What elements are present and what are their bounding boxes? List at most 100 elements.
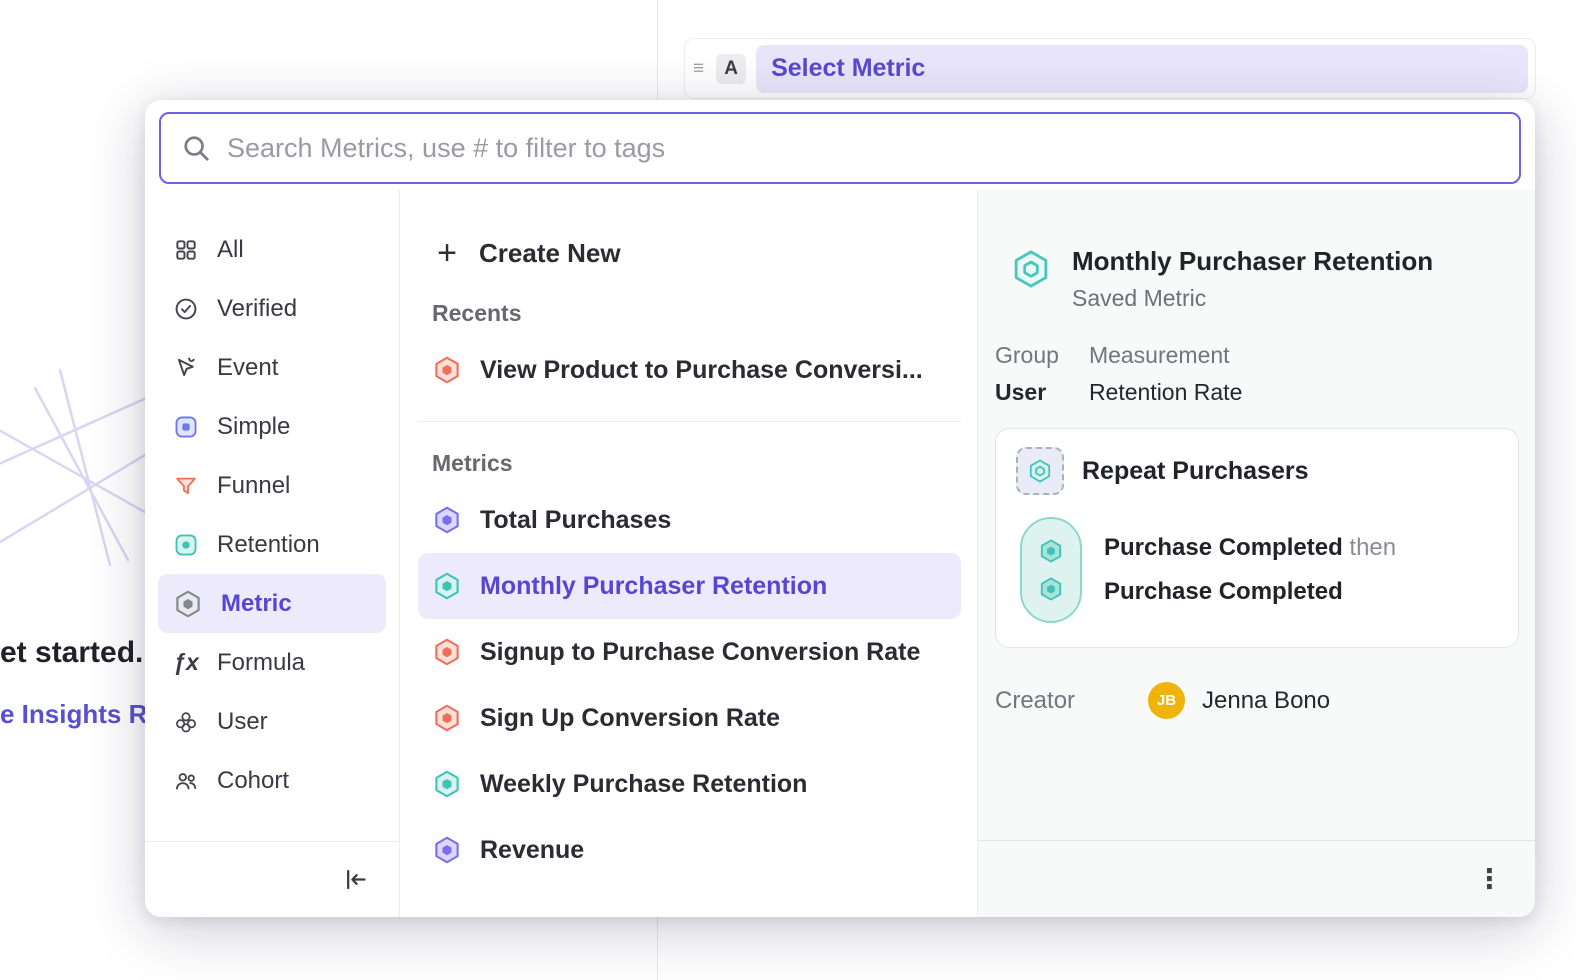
sidebar-item-label: Verified <box>217 295 297 323</box>
hexagon-teal-icon <box>1027 458 1053 484</box>
sidebar-item-label: All <box>217 236 244 264</box>
sidebar-item-label: Metric <box>221 590 292 618</box>
sidebar-item-label: Funnel <box>217 472 290 500</box>
metric-item-label: View Product to Purchase Conversi... <box>480 356 923 385</box>
metric-hexagon-icon <box>173 589 203 619</box>
search-bar <box>145 100 1535 190</box>
creator-avatar: JB <box>1148 682 1185 719</box>
sidebar-item-label: User <box>217 708 268 736</box>
metric-letter-badge: A <box>716 54 746 84</box>
hexagon-teal-icon <box>432 571 462 601</box>
measurement-label: Measurement <box>1089 342 1242 369</box>
step-hexagon-icon <box>1038 538 1064 564</box>
metrics-header: Metrics <box>418 450 961 477</box>
search-icon <box>181 133 211 163</box>
hexagon-teal-icon <box>432 769 462 799</box>
formula-fx-icon: ƒx <box>173 649 199 676</box>
metric-item-label: Monthly Purchaser Retention <box>480 572 827 601</box>
collapse-to-left-icon <box>342 866 369 893</box>
grid-icon <box>173 237 199 263</box>
sidebar-item-label: Simple <box>217 413 290 441</box>
metric-definition-card: Repeat Purchasers Purchase Completed the… <box>995 428 1519 648</box>
create-new-button[interactable]: + Create New <box>418 226 961 280</box>
metric-item-total-purchases[interactable]: Total Purchases <box>418 487 961 553</box>
sidebar-item-label: Cohort <box>217 767 289 795</box>
search-input[interactable] <box>159 112 1521 184</box>
metric-meta: Group User Measurement Retention Rate <box>995 342 1519 406</box>
detail-title: Monthly Purchaser Retention <box>1072 246 1433 277</box>
group-label: Group <box>995 342 1059 369</box>
cohort-people-icon <box>173 768 199 794</box>
sidebar-item-event[interactable]: Event <box>158 338 386 397</box>
measurement-value: Retention Rate <box>1089 379 1242 406</box>
recent-metric-item[interactable]: View Product to Purchase Conversi... <box>418 337 961 403</box>
step-2-event: Purchase Completed <box>1104 578 1343 605</box>
select-metric-chip[interactable]: Select Metric <box>756 45 1528 93</box>
sidebar-item-cohort[interactable]: Cohort <box>158 751 386 810</box>
retention-steps-pill <box>1020 517 1082 623</box>
metric-item-label: Signup to Purchase Conversion Rate <box>480 638 920 667</box>
metric-item-label: Revenue <box>480 836 584 865</box>
verified-badge-icon <box>173 296 199 322</box>
sidebar-item-label: Retention <box>217 531 320 559</box>
event-cursor-icon <box>173 355 199 381</box>
metric-item-sign-up-conversion-rate[interactable]: Sign Up Conversion Rate <box>418 685 961 751</box>
metric-detail-panel: Monthly Purchaser Retention Saved Metric… <box>978 190 1535 917</box>
sidebar-item-funnel[interactable]: Funnel <box>158 456 386 515</box>
sidebar-item-metric[interactable]: Metric <box>158 574 386 633</box>
metric-item-label: Sign Up Conversion Rate <box>480 704 780 733</box>
metric-item-monthly-purchaser-retention[interactable]: Monthly Purchaser Retention <box>418 553 961 619</box>
hexagon-red-icon <box>432 703 462 733</box>
select-metric-bar: ≡ A Select Metric <box>684 38 1536 99</box>
detail-subtitle: Saved Metric <box>1072 285 1433 312</box>
sidebar-footer <box>145 841 399 917</box>
step-hexagon-icon <box>1038 576 1064 602</box>
hexagon-purple-icon <box>432 505 462 535</box>
clipped-insights-link[interactable]: e Insights Re <box>0 699 162 730</box>
sidebar-item-label: Event <box>217 354 278 382</box>
metric-item-weekly-purchase-retention[interactable]: Weekly Purchase Retention <box>418 751 961 817</box>
step-connector: then <box>1349 534 1396 561</box>
hexagon-red-icon <box>432 637 462 667</box>
hexagon-red-icon <box>432 355 462 385</box>
create-new-label: Create New <box>479 238 621 269</box>
metric-list-panel: + Create New Recents View Product to Pur… <box>400 190 978 917</box>
simple-square-icon <box>173 414 199 440</box>
sidebar-item-user[interactable]: User <box>158 692 386 751</box>
definition-name: Repeat Purchasers <box>1082 457 1309 486</box>
detail-header: Monthly Purchaser Retention Saved Metric <box>1010 246 1519 312</box>
step-1-event: Purchase Completed <box>1104 534 1343 561</box>
definition-dashed-icon <box>1016 447 1064 495</box>
funnel-icon <box>173 473 199 499</box>
sidebar-item-retention[interactable]: Retention <box>158 515 386 574</box>
creator-row: Creator JB Jenna Bono <box>995 682 1519 719</box>
select-metric-label: Select Metric <box>771 54 925 83</box>
collapse-sidebar-button[interactable] <box>336 860 375 899</box>
plus-icon: + <box>432 236 462 270</box>
sidebar-item-label: Formula <box>217 649 305 677</box>
list-divider <box>418 421 961 422</box>
metric-item-label: Total Purchases <box>480 506 671 535</box>
more-options-button[interactable]: ⋮ <box>1476 866 1503 893</box>
definition-step-2: Purchase Completed <box>1104 578 1396 606</box>
creator-label: Creator <box>995 687 1148 715</box>
user-flower-icon <box>173 709 199 735</box>
filter-sidebar: All Verified Event <box>145 190 400 917</box>
detail-footer: ⋮ <box>978 840 1535 917</box>
sidebar-item-simple[interactable]: Simple <box>158 397 386 456</box>
sidebar-item-all[interactable]: All <box>158 220 386 279</box>
hexagon-purple-icon <box>432 835 462 865</box>
recents-header: Recents <box>418 300 961 327</box>
metric-item-signup-to-purchase-conversion[interactable]: Signup to Purchase Conversion Rate <box>418 619 961 685</box>
definition-step-1: Purchase Completed then <box>1104 534 1396 562</box>
metric-picker-modal: All Verified Event <box>145 100 1535 917</box>
drag-handle-icon[interactable]: ≡ <box>691 58 706 80</box>
retention-square-icon <box>173 532 199 558</box>
sidebar-item-verified[interactable]: Verified <box>158 279 386 338</box>
metric-item-revenue[interactable]: Revenue <box>418 817 961 883</box>
creator-name: Jenna Bono <box>1202 687 1330 715</box>
metric-item-label: Weekly Purchase Retention <box>480 770 807 799</box>
saved-metric-hexagon-icon <box>1010 248 1052 290</box>
group-value: User <box>995 379 1059 406</box>
sidebar-item-formula[interactable]: ƒx Formula <box>158 633 386 692</box>
